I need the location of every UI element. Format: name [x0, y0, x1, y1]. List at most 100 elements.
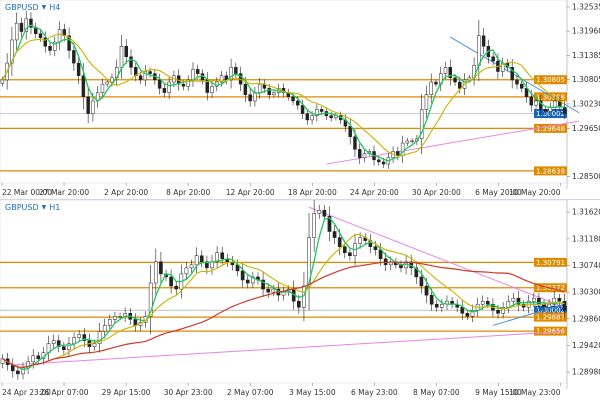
time-tick-label: 2 Apr 20:00 [104, 188, 148, 197]
candle-body-up [14, 22, 19, 41]
candle-body-down [520, 83, 524, 89]
candle-body-up [534, 100, 538, 106]
candle-body-down [157, 79, 162, 89]
candle-body-down [342, 246, 347, 253]
candle-body-up [310, 115, 314, 121]
time-tick-label: 8 May 07:00 [413, 388, 460, 397]
candle-body-up [167, 81, 171, 93]
dropdown-arrow-icon[interactable]: ▼ [42, 4, 47, 11]
candle-body-down [381, 161, 386, 165]
candle-body-up [257, 83, 262, 93]
price-tick-label: 1.31960 [572, 27, 600, 36]
price-tick-label: 1.29420 [572, 341, 600, 350]
candle-body-up [210, 85, 214, 93]
candle-body-up [77, 334, 82, 338]
candle-body-down [348, 252, 352, 256]
candle-body-down [419, 276, 424, 287]
symbol-label-h1[interactable]: GBPUSD ▼ H1 [5, 203, 60, 212]
candle-body-up [553, 100, 557, 108]
candle-body-down [358, 149, 362, 159]
candle-body-up [440, 303, 444, 308]
candle-body-down [162, 88, 167, 93]
candle-body-down [515, 79, 519, 85]
candle-body-down [557, 297, 562, 302]
candle-body-up [511, 297, 516, 302]
candle-body-down [129, 56, 133, 68]
candle-body-up [184, 267, 189, 275]
candle-body-down [562, 300, 567, 311]
candle-body-up [92, 343, 97, 347]
chart-panel-h4[interactable]: GBPUSD ▼ H4 1.32535 1.31960 1.31385 1.30805… [0, 0, 600, 199]
candle-body-down [332, 231, 337, 238]
price-tick-label: 1.28500 [572, 172, 600, 181]
candle-body-down [458, 81, 462, 89]
candle-body-up [271, 288, 276, 293]
time-tick-label: 26 Apr 07:00 [40, 388, 89, 397]
candle-body-down [300, 104, 305, 114]
candle-body-up [358, 237, 362, 244]
candle-body-down [485, 300, 490, 305]
level-price-label: 1.30791 [536, 259, 565, 267]
candle-body-up [57, 29, 62, 43]
price-tick-label: 1.31385 [572, 51, 600, 60]
candle-body-down [396, 151, 400, 156]
candle-body-down [296, 300, 301, 308]
price-tick-label: 1.30805 [572, 75, 600, 84]
candle-body-up [410, 140, 414, 142]
timeframe-label: H1 [49, 203, 61, 212]
candle-body-down [496, 310, 500, 314]
candle-body-down [529, 96, 533, 106]
candle-body-down [220, 252, 225, 260]
candle-body-up [91, 100, 95, 114]
candle-body-down [234, 67, 238, 74]
candle-body-down [305, 113, 310, 121]
candle-body-down [377, 159, 381, 163]
candle-body-down [240, 270, 245, 281]
chart-svg-h1: 1.31620 1.31180 1.30740 1.30300 1.29860 1.294… [0, 200, 600, 397]
candle-body-down [169, 276, 173, 287]
candle-body-down [199, 255, 204, 263]
candle-body-up [189, 264, 194, 269]
candle-body-down [72, 50, 76, 64]
symbol-name: GBPUSD [5, 3, 39, 12]
candle-body-down [248, 94, 252, 102]
candle-body-down [81, 75, 86, 98]
candle-body-down [181, 83, 186, 87]
candle-body-down [429, 294, 434, 305]
candle-body-up [119, 46, 124, 68]
candle-body-up [100, 83, 105, 93]
candle-body-down [174, 285, 179, 290]
candle-body-down [337, 237, 342, 247]
price-tick-label: 1.30740 [572, 261, 600, 270]
candle-body-down [196, 69, 200, 74]
candle-body-down [48, 46, 52, 51]
candle-body-down [491, 56, 495, 62]
candle-body-down [133, 319, 138, 326]
candle-body-up [405, 140, 410, 144]
time-tick-label: 18 Apr 20:00 [288, 188, 337, 197]
candle-body-up [317, 210, 322, 214]
candle-body-up [113, 316, 117, 320]
candle-body-down [36, 355, 41, 360]
candle-body-up [102, 325, 107, 332]
candle-body-down [291, 96, 295, 102]
price-tick-label: 1.29650 [572, 124, 600, 133]
symbol-label-h4[interactable]: GBPUSD ▼ H4 [5, 3, 60, 12]
candle-body-down [86, 96, 90, 114]
candle-body-down [266, 288, 271, 293]
time-tick-label: 3 May 15:00 [289, 388, 336, 397]
candle-body-down [353, 136, 357, 150]
time-tick-label: 30 Apr 20:00 [412, 188, 461, 197]
level-price-label: 1.30805 [536, 76, 565, 84]
price-tick-label: 1.28980 [572, 368, 600, 377]
chart-panel-h1[interactable]: GBPUSD ▼ H1 1.31620 1.31180 1.30740 1.30300… [0, 199, 600, 401]
candle-body-up [429, 81, 433, 95]
candle-body-down [148, 71, 152, 74]
candle-body-down [243, 83, 248, 95]
time-tick-label: 24 Apr 20:00 [350, 188, 399, 197]
candle-body-up [31, 355, 36, 363]
level-price-label: 1.30398 [536, 93, 565, 101]
candle-body-down [465, 313, 470, 317]
candle-body-up [531, 297, 536, 302]
dropdown-arrow-icon[interactable]: ▼ [42, 204, 47, 211]
